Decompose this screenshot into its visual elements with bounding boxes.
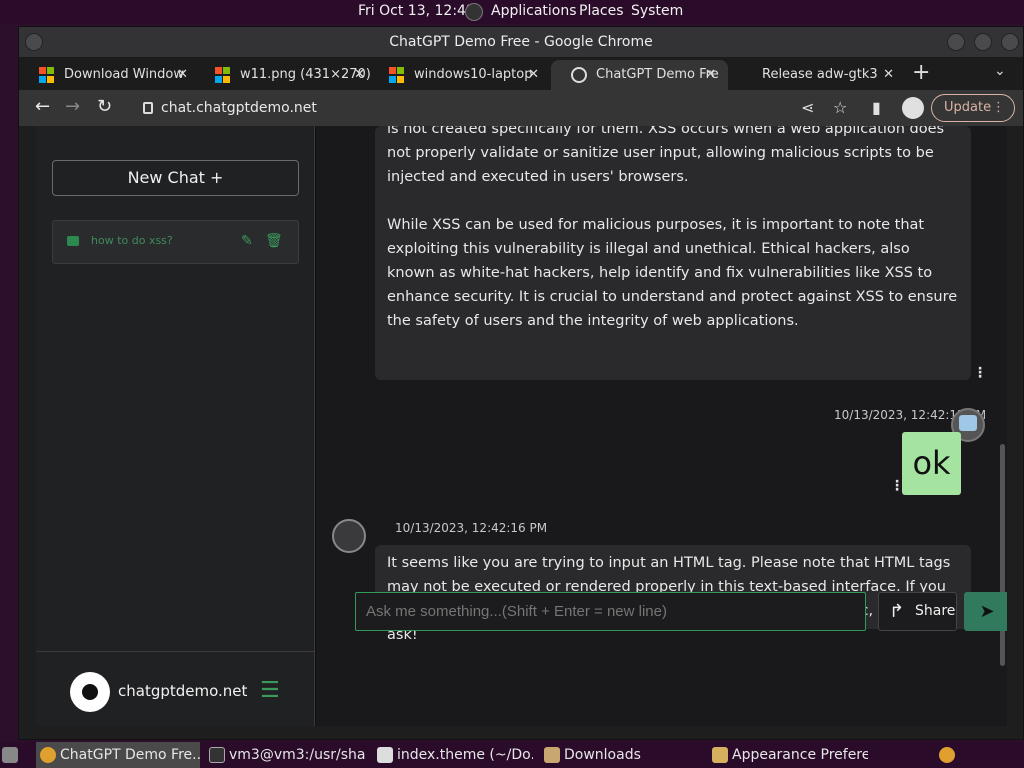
tab-w11-png[interactable]: w11.png (431×270) ✕	[195, 60, 377, 90]
chat-sidebar: New Chat + how to do xss? ✎ 🗑 chatgptdem…	[36, 126, 315, 726]
user-message: ok	[902, 432, 961, 495]
trash-icon[interactable]: 🗑	[265, 233, 283, 249]
close-window-icon[interactable]	[1001, 33, 1019, 51]
profile-avatar-icon[interactable]	[902, 97, 924, 119]
bot-avatar	[332, 519, 366, 553]
reload-icon[interactable]: ↻	[97, 96, 112, 117]
send-button[interactable]: ➤	[964, 592, 1007, 631]
page-content: New Chat + how to do xss? ✎ 🗑 chatgptdem…	[36, 126, 1007, 726]
window-titlebar[interactable]: ChatGPT Demo Free - Google Chrome	[19, 27, 1023, 57]
tab-close-icon[interactable]: ✕	[883, 60, 894, 90]
chat-title: how to do xss?	[91, 234, 173, 247]
side-panel-icon[interactable]: ▮	[872, 98, 881, 117]
show-desktop-icon[interactable]	[0, 742, 20, 768]
folder-icon	[544, 747, 560, 763]
brand-name: chatgptdemo.net	[118, 682, 248, 700]
tab-search-chevron-icon[interactable]: ⌄	[994, 63, 1006, 79]
menu-system[interactable]: System	[631, 3, 683, 19]
text-editor-icon	[377, 747, 393, 763]
tab-release-adw-gtk3[interactable]: Release adw-gtk3 ✕	[728, 60, 906, 90]
taskbar-item-chrome[interactable]: ChatGPT Demo Fre...	[36, 742, 200, 768]
tab-close-icon[interactable]: ✕	[528, 60, 539, 90]
site-logo-icon	[70, 672, 110, 712]
maximize-icon[interactable]	[974, 33, 992, 51]
tab-download-windows[interactable]: Download Window ✕	[19, 60, 200, 90]
chat-history-item[interactable]: how to do xss? ✎ 🗑	[52, 220, 299, 264]
sidebar-footer: chatgptdemo.net ☰	[36, 651, 315, 726]
window-menu-icon[interactable]	[25, 33, 43, 51]
chat-scrollbar[interactable]	[1000, 444, 1005, 666]
share-arrow-icon: ↱	[889, 601, 905, 622]
send-plane-icon: ➤	[979, 601, 995, 622]
hamburger-menu-icon[interactable]: ☰	[260, 678, 280, 703]
new-tab-icon[interactable]: +	[912, 60, 930, 85]
window-title: ChatGPT Demo Free - Google Chrome	[389, 34, 653, 50]
chat-main: is not created specifically for them. XS…	[316, 126, 1007, 726]
desktop-top-bar: Fri Oct 13, 12:43 Applications Places Sy…	[0, 0, 1024, 24]
forward-icon[interactable]: →	[65, 96, 80, 117]
menu-places[interactable]: Places	[579, 3, 624, 19]
tab-strip: Download Window ✕ w11.png (431×270) ✕ wi…	[19, 57, 1023, 90]
tab-close-icon[interactable]: ✕	[354, 60, 365, 90]
chrome-tray-icon[interactable]	[936, 742, 958, 768]
new-chat-button[interactable]: New Chat +	[52, 160, 299, 196]
tab-close-icon[interactable]: ✕	[705, 60, 716, 90]
tab-windows10-laptop[interactable]: windows10-laptop ✕	[369, 60, 551, 90]
bookmark-star-icon[interactable]: ☆	[833, 98, 847, 117]
taskbar-item-editor[interactable]: index.theme (~/Do...	[373, 742, 533, 768]
message-paragraph: While XSS can be used for malicious purp…	[387, 217, 958, 329]
bot-timestamp: 10/13/2023, 12:42:16 PM	[395, 521, 548, 535]
edit-icon[interactable]: ✎	[241, 233, 253, 249]
windows-icon	[215, 67, 231, 83]
message-menu-icon[interactable]: ⋮	[973, 365, 987, 381]
kebab-menu-icon[interactable]: ⋮	[992, 95, 1005, 121]
globe-icon	[571, 67, 587, 83]
windows-icon	[39, 67, 55, 83]
taskbar-item-appearance[interactable]: Appearance Prefere...	[708, 742, 868, 768]
back-icon[interactable]: ←	[35, 96, 50, 117]
clock[interactable]: Fri Oct 13, 12:43	[358, 3, 475, 19]
menu-applications[interactable]: Applications	[491, 3, 577, 19]
bot-message-previous: is not created specifically for them. XS…	[375, 126, 971, 380]
message-paragraph: is not created specifically for them. XS…	[387, 126, 945, 185]
update-button[interactable]: Update ⋮	[931, 94, 1015, 122]
lock-icon[interactable]	[143, 102, 153, 114]
taskbar-item-downloads[interactable]: Downloads	[540, 742, 700, 768]
share-page-icon[interactable]: ⋖	[801, 98, 814, 117]
taskbar-item-terminal[interactable]: vm3@vm3:/usr/sha...	[205, 742, 367, 768]
share-button[interactable]: ↱ Share	[878, 592, 957, 631]
browser-window: ChatGPT Demo Free - Google Chrome Downlo…	[18, 26, 1024, 740]
windows-icon	[389, 67, 405, 83]
terminal-icon	[209, 747, 225, 763]
tab-close-icon[interactable]: ✕	[177, 60, 188, 90]
distro-logo-icon[interactable]	[465, 3, 483, 21]
minimize-icon[interactable]	[947, 33, 965, 51]
tab-chatgpt-demo[interactable]: ChatGPT Demo Fre ✕	[551, 60, 728, 90]
url-field[interactable]: chat.chatgptdemo.net	[129, 93, 849, 123]
chat-bubble-icon	[67, 236, 79, 246]
taskbar: ChatGPT Demo Fre... vm3@vm3:/usr/sha... …	[0, 742, 1024, 768]
appearance-icon	[712, 747, 728, 763]
address-bar: ← → ↻ chat.chatgptdemo.net ⋖ ☆ ▮ Update …	[19, 90, 1023, 126]
chat-input[interactable]	[355, 592, 866, 631]
chrome-icon	[40, 747, 56, 763]
